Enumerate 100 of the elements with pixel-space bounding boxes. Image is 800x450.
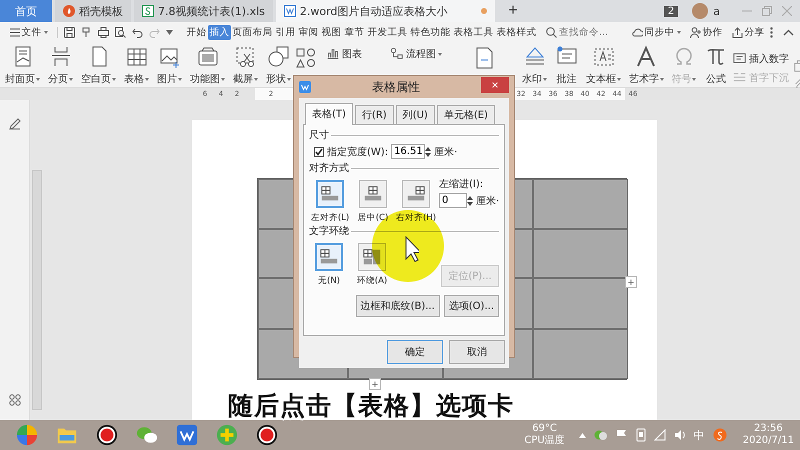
window-count-badge: 2 bbox=[664, 6, 678, 16]
caret-icon bbox=[69, 78, 73, 80]
color-wheel-icon[interactable] bbox=[16, 424, 38, 446]
ribbon-button[interactable]: 图片 bbox=[156, 45, 183, 90]
cpu-temperature: 69°C bbox=[532, 423, 557, 434]
grid-icon[interactable] bbox=[8, 394, 20, 406]
pen-icon[interactable] bbox=[8, 118, 20, 130]
document-icon bbox=[284, 5, 296, 17]
cloud-icon bbox=[632, 26, 642, 38]
print-preview-icon[interactable] bbox=[115, 26, 126, 38]
close-button[interactable]: × bbox=[481, 77, 509, 93]
dialog-tab[interactable]: 单元格(E) bbox=[436, 105, 495, 124]
caret-icon[interactable] bbox=[166, 30, 173, 34]
dialog-tab[interactable]: 行(R) bbox=[354, 105, 394, 124]
menu-tab[interactable]: 页面布局 bbox=[231, 24, 274, 40]
record-icon[interactable] bbox=[96, 424, 118, 446]
ribbon-button[interactable]: 艺术字 bbox=[628, 45, 665, 90]
bar-chart-icon bbox=[326, 47, 340, 61]
ok-button[interactable]: 确定 bbox=[387, 340, 443, 364]
menu-tab[interactable]: 引用 bbox=[274, 24, 297, 40]
user-name: a bbox=[713, 4, 720, 18]
new-tab-button[interactable]: + bbox=[498, 0, 528, 22]
width-input[interactable]: 16.51 bbox=[391, 144, 426, 159]
caret-icon bbox=[145, 78, 149, 80]
ribbon-button[interactable]: 图表 bbox=[326, 47, 362, 61]
alignment-option[interactable] bbox=[359, 180, 387, 208]
ribbon-button[interactable]: 分页 bbox=[47, 45, 74, 90]
ribbon-button[interactable]: 空白页 bbox=[80, 45, 117, 90]
field-label: 指定宽度(W): bbox=[327, 146, 388, 158]
save-icon[interactable] bbox=[64, 26, 75, 38]
app-logo-icon bbox=[299, 81, 311, 93]
document-tab[interactable]: 7.8视频统计表(1).xls bbox=[134, 0, 273, 22]
collapse-icon[interactable] bbox=[783, 28, 794, 36]
dialog-button[interactable]: 选项(O)... bbox=[444, 295, 499, 317]
ribbon-button[interactable]: 水印 bbox=[521, 45, 548, 90]
cancel-button[interactable]: 取消 bbox=[449, 340, 505, 364]
ribbon-button[interactable]: 批注 bbox=[554, 45, 580, 90]
undo-icon[interactable] bbox=[132, 26, 143, 38]
add-row-button[interactable]: + bbox=[369, 378, 381, 390]
checkmark-icon bbox=[315, 148, 323, 156]
caret-icon bbox=[676, 30, 680, 34]
file-menu[interactable]: 文件 bbox=[8, 24, 49, 40]
checkbox[interactable] bbox=[314, 146, 324, 156]
caret-icon bbox=[221, 78, 225, 80]
document-tab[interactable]: 稻壳模板 bbox=[55, 0, 131, 22]
spreadsheet-icon bbox=[142, 5, 154, 17]
alignment-option[interactable] bbox=[316, 180, 344, 208]
document-tab[interactable]: 首页 bbox=[0, 0, 52, 22]
unit-label: 厘米· bbox=[434, 146, 458, 158]
menu-tab[interactable]: 表格工具 bbox=[452, 24, 495, 40]
ribbon-button[interactable]: 插入数字 bbox=[733, 52, 793, 66]
field-label: 左缩进(I): bbox=[439, 178, 484, 191]
share-icon bbox=[732, 26, 742, 38]
speaker-icon[interactable] bbox=[674, 429, 686, 441]
cpu-label: CPU温度 bbox=[524, 435, 565, 447]
indent-input[interactable]: 0 bbox=[439, 193, 467, 208]
search-field[interactable]: 查找命令... bbox=[546, 26, 620, 38]
sync-button[interactable]: 同步中 bbox=[630, 24, 682, 40]
caret-icon bbox=[254, 78, 258, 80]
caret-icon bbox=[36, 78, 40, 80]
print-icon[interactable] bbox=[98, 26, 109, 38]
menu-tab[interactable]: 插入 bbox=[208, 24, 231, 40]
ribbon-button[interactable]: 文本框 bbox=[585, 45, 622, 90]
option-label: 无(N) bbox=[318, 275, 340, 287]
icon-set-icon[interactable] bbox=[294, 46, 318, 70]
share-button[interactable]: 分享 bbox=[730, 24, 766, 40]
format-painter-icon[interactable] bbox=[81, 26, 92, 38]
menu-tab[interactable]: 审阅 bbox=[297, 24, 320, 40]
menu-tab[interactable]: 开发工具 bbox=[366, 24, 409, 40]
dialog-tab[interactable]: 列(U) bbox=[396, 105, 435, 124]
ribbon-button[interactable]: 公式 bbox=[702, 45, 729, 90]
menu-tab[interactable]: 章节 bbox=[343, 24, 366, 40]
search-icon bbox=[546, 26, 557, 38]
wrapping-option[interactable] bbox=[315, 243, 343, 271]
dialog-title: 表格属性 bbox=[371, 78, 421, 96]
more-icon[interactable] bbox=[770, 26, 773, 38]
chat-icon[interactable] bbox=[136, 424, 158, 446]
device-icon[interactable] bbox=[636, 428, 646, 442]
option-label: 左对齐(L) bbox=[310, 212, 350, 224]
menu-tab[interactable]: 表格样式 bbox=[495, 24, 538, 40]
collab-button[interactable]: 协作 bbox=[688, 24, 724, 40]
chevron-up-icon[interactable] bbox=[578, 432, 586, 438]
flowchart-icon bbox=[390, 47, 404, 61]
document-app-icon[interactable] bbox=[176, 424, 198, 446]
unit-label: 厘米· bbox=[476, 194, 500, 208]
ribbon-button[interactable]: 截屏 bbox=[232, 45, 259, 90]
menu-tab[interactable]: 特色功能 bbox=[409, 24, 452, 40]
input-method-icon[interactable] bbox=[712, 428, 727, 442]
record-icon[interactable] bbox=[256, 424, 278, 446]
ribbon-button[interactable]: 封面页 bbox=[4, 45, 41, 90]
video-caption: 随后点击【表格】选项卡 bbox=[228, 393, 514, 419]
menu-tab[interactable]: 视图 bbox=[320, 24, 343, 40]
menu-tab[interactable]: 开始 bbox=[185, 24, 208, 40]
dialog-tab[interactable]: 表格(T) bbox=[305, 103, 353, 125]
signal-icon[interactable] bbox=[654, 429, 666, 441]
add-column-button[interactable]: + bbox=[625, 276, 637, 288]
dialog-button[interactable]: 边框和底纹(B)... bbox=[356, 295, 440, 317]
alignment-option[interactable] bbox=[402, 180, 430, 208]
document-tab[interactable]: 2.word图片自动适应表格大小 bbox=[276, 0, 496, 22]
ribbon-button[interactable]: 流程图 bbox=[390, 47, 442, 61]
